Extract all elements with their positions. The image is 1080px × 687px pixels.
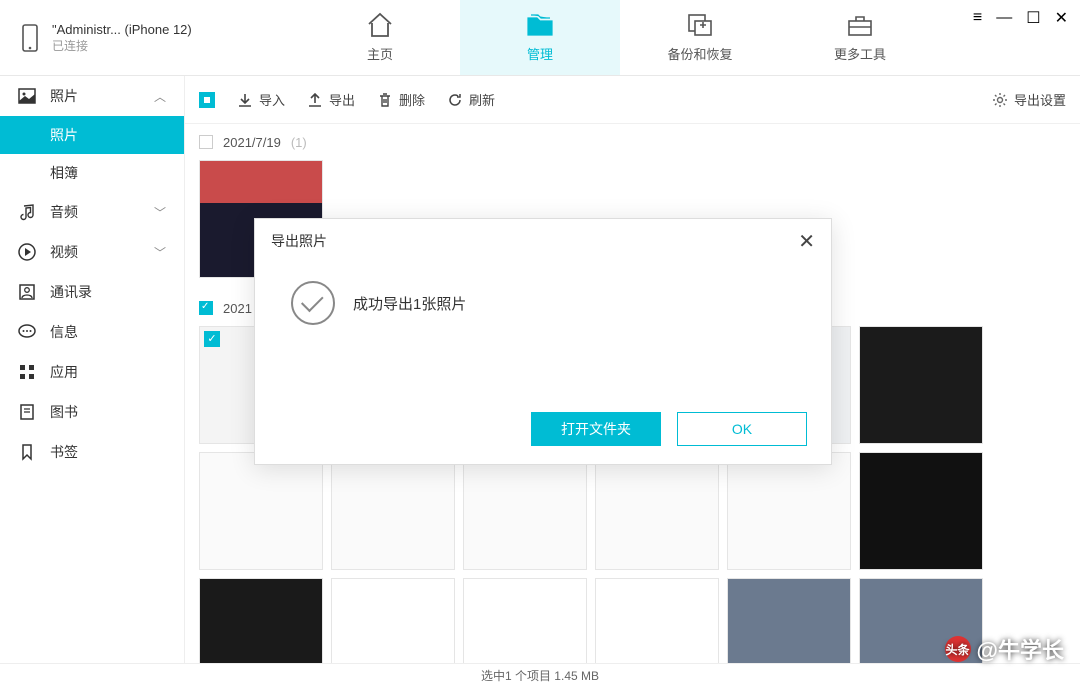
open-folder-button[interactable]: 打开文件夹 — [531, 412, 661, 446]
refresh-button[interactable]: 刷新 — [447, 90, 495, 109]
export-icon — [307, 92, 323, 108]
device-status: 已连接 — [52, 37, 192, 54]
photo-thumb[interactable] — [331, 452, 455, 570]
export-settings-button[interactable]: 导出设置 — [992, 90, 1066, 109]
chevron-down-icon: ﹀ — [154, 204, 166, 221]
dialog-message: 成功导出1张照片 — [353, 293, 466, 314]
backup-icon — [686, 12, 714, 38]
folder-icon — [526, 12, 554, 38]
photo-thumb[interactable] — [199, 452, 323, 570]
sidebar-video[interactable]: 视频 ﹀ — [0, 232, 184, 272]
refresh-icon — [447, 92, 463, 108]
sidebar-audio[interactable]: 音频 ﹀ — [0, 192, 184, 232]
photo-thumb[interactable] — [859, 452, 983, 570]
close-button[interactable]: ✕ — [1055, 8, 1068, 28]
success-check-icon — [291, 281, 335, 325]
sidebar: 照片 ︿ 照片 相簿 音频 ﹀ 视频 ﹀ 通讯录 信息 — [0, 76, 185, 663]
delete-button[interactable]: 删除 — [377, 90, 425, 109]
photo-thumb[interactable] — [595, 578, 719, 663]
photo-thumb[interactable] — [595, 452, 719, 570]
image-icon — [18, 87, 36, 105]
device-name: "Administr... (iPhone 12) — [52, 22, 192, 37]
sidebar-sub-photos[interactable]: 照片 — [0, 116, 184, 154]
chat-icon — [18, 323, 36, 341]
photo-thumb[interactable] — [199, 578, 323, 663]
group-header[interactable]: 2021/7/19 (1) — [199, 124, 1066, 160]
home-icon — [366, 12, 394, 38]
photo-thumb[interactable] — [727, 452, 851, 570]
book-icon — [18, 403, 36, 421]
sidebar-messages[interactable]: 信息 — [0, 312, 184, 352]
phone-icon — [20, 24, 40, 52]
tab-home[interactable]: 主页 — [300, 0, 460, 75]
music-icon — [18, 203, 36, 221]
photo-thumb[interactable] — [463, 452, 587, 570]
minimize-button[interactable]: — — [996, 9, 1012, 27]
group-checkbox[interactable] — [199, 301, 213, 315]
import-button[interactable]: 导入 — [237, 90, 285, 109]
sidebar-bookmarks[interactable]: 书签 — [0, 432, 184, 472]
device-info: "Administr... (iPhone 12) 已连接 — [0, 0, 300, 75]
ok-button[interactable]: OK — [677, 412, 807, 446]
menu-icon[interactable]: ≡ — [973, 9, 982, 27]
trash-icon — [377, 92, 393, 108]
maximize-button[interactable]: ☐ — [1026, 8, 1040, 28]
watermark: 头条 @牛学长 — [945, 633, 1064, 665]
toolbox-icon — [846, 12, 874, 38]
group-checkbox[interactable] — [199, 135, 213, 149]
photo-thumb[interactable] — [463, 578, 587, 663]
photo-thumb[interactable] — [331, 578, 455, 663]
bookmark-icon — [18, 443, 36, 461]
play-icon — [18, 243, 36, 261]
sidebar-books[interactable]: 图书 — [0, 392, 184, 432]
grid-icon — [18, 363, 36, 381]
contact-icon — [18, 283, 36, 301]
photo-thumb[interactable] — [727, 578, 851, 663]
sidebar-photos[interactable]: 照片 ︿ — [0, 76, 184, 116]
dialog-title: 导出照片 — [271, 231, 327, 251]
tab-tools[interactable]: 更多工具 — [780, 0, 940, 75]
gear-icon — [992, 92, 1008, 108]
toolbar: 导入 导出 删除 刷新 导出设置 — [185, 76, 1080, 124]
export-dialog: 导出照片 ✕ 成功导出1张照片 打开文件夹 OK — [254, 218, 832, 465]
export-button[interactable]: 导出 — [307, 90, 355, 109]
photo-thumb[interactable] — [859, 326, 983, 444]
tab-backup[interactable]: 备份和恢复 — [620, 0, 780, 75]
sidebar-apps[interactable]: 应用 — [0, 352, 184, 392]
status-bar: 选中1 个项目 1.45 MB — [0, 663, 1080, 687]
tab-manage[interactable]: 管理 — [460, 0, 620, 75]
chevron-up-icon: ︿ — [154, 88, 166, 105]
sidebar-contacts[interactable]: 通讯录 — [0, 272, 184, 312]
import-icon — [237, 92, 253, 108]
dialog-close-button[interactable]: ✕ — [798, 229, 815, 254]
sidebar-sub-albums[interactable]: 相簿 — [0, 154, 184, 192]
select-all-checkbox[interactable] — [199, 92, 215, 108]
chevron-down-icon: ﹀ — [154, 244, 166, 261]
